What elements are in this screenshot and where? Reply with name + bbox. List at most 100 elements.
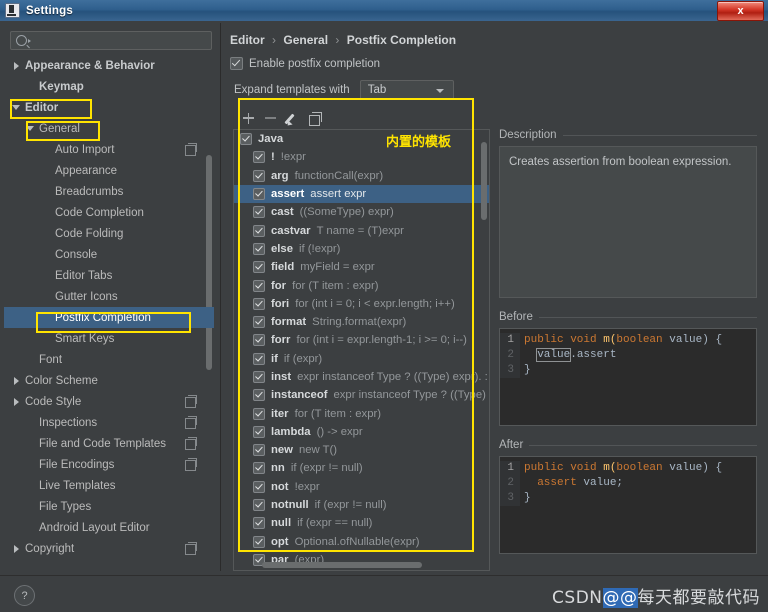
template-row[interactable]: field myField = expr xyxy=(234,258,489,276)
sidebar-item-code-style[interactable]: Code Style xyxy=(4,391,214,412)
template-key: castvar xyxy=(271,224,311,237)
sidebar-item-code-completion[interactable]: Code Completion xyxy=(4,202,214,223)
chevron-right-icon[interactable] xyxy=(12,61,22,71)
template-checkbox[interactable] xyxy=(253,261,265,274)
template-checkbox[interactable] xyxy=(253,407,265,420)
breadcrumb-general[interactable]: General xyxy=(283,33,328,47)
project-scope-icon xyxy=(185,437,197,450)
sidebar-item-file-encodings[interactable]: File Encodings xyxy=(4,454,214,475)
duplicate-icon[interactable] xyxy=(305,109,325,127)
sidebar-item-label: Keymap xyxy=(39,80,84,93)
template-checkbox[interactable] xyxy=(253,535,265,548)
sidebar-item-editor-tabs[interactable]: Editor Tabs xyxy=(4,265,214,286)
sidebar-item-auto-import[interactable]: Auto Import xyxy=(4,139,214,160)
template-checkbox[interactable] xyxy=(253,371,265,383)
sidebar-item-smart-keys[interactable]: Smart Keys xyxy=(4,328,214,349)
template-row[interactable]: cast ((SomeType) expr) xyxy=(234,203,489,221)
template-checkbox[interactable] xyxy=(253,316,265,329)
sidebar-item-gutter-icons[interactable]: Gutter Icons xyxy=(4,286,214,307)
template-checkbox[interactable] xyxy=(253,151,265,164)
sidebar-item-android-layout-editor[interactable]: Android Layout Editor xyxy=(4,517,214,538)
sidebar-item-label: File and Code Templates xyxy=(39,437,166,450)
edit-pencil-icon[interactable] xyxy=(283,109,303,127)
template-checkbox[interactable] xyxy=(253,188,265,201)
sidebar-item-console[interactable]: Console xyxy=(4,244,214,265)
chevron-right-icon[interactable] xyxy=(12,544,22,554)
template-row[interactable]: for for (T item : expr) xyxy=(234,276,489,294)
postfix-templates-list[interactable]: Java! !expr arg functionCall(expr) assert ass… xyxy=(233,129,490,571)
template-row[interactable]: inst expr instanceof Type ? ((Type) expr)… xyxy=(234,368,489,386)
template-checkbox[interactable] xyxy=(253,206,265,219)
search-box[interactable] xyxy=(10,31,212,50)
sidebar-item-appearance[interactable]: Appearance xyxy=(4,160,214,181)
template-checkbox[interactable] xyxy=(253,480,265,493)
template-row[interactable]: iter for (T item : expr) xyxy=(234,404,489,422)
help-button[interactable]: ? xyxy=(14,585,35,606)
template-row[interactable]: arg functionCall(expr) xyxy=(234,167,489,185)
template-checkbox[interactable] xyxy=(253,444,265,457)
expand-templates-select[interactable]: Tab xyxy=(359,80,454,100)
template-row[interactable]: format String.format(expr) xyxy=(234,313,489,331)
template-row[interactable]: fori for (int i = 0; i < expr.length; i++… xyxy=(234,295,489,313)
template-checkbox[interactable] xyxy=(253,352,265,365)
enable-postfix-completion-checkbox[interactable] xyxy=(230,57,243,70)
templates-vertical-scrollbar[interactable] xyxy=(481,142,487,220)
template-checkbox[interactable] xyxy=(253,334,265,347)
chevron-down-icon[interactable] xyxy=(26,124,36,134)
sidebar-item-live-templates[interactable]: Live Templates xyxy=(4,475,214,496)
sidebar-item-font[interactable]: Font xyxy=(4,349,214,370)
template-checkbox[interactable] xyxy=(253,499,265,512)
line-number: 2 xyxy=(500,348,520,363)
template-description: if (expr != null) xyxy=(290,462,363,475)
template-row[interactable]: null if (expr == null) xyxy=(234,514,489,532)
template-checkbox[interactable] xyxy=(253,389,265,402)
sidebar-item-code-folding[interactable]: Code Folding xyxy=(4,223,214,244)
sidebar-item-file-and-code-templates[interactable]: File and Code Templates xyxy=(4,433,214,454)
template-row[interactable]: new new T() xyxy=(234,441,489,459)
chevron-down-icon[interactable] xyxy=(12,103,22,113)
template-checkbox[interactable] xyxy=(240,133,252,146)
chevron-right-icon[interactable] xyxy=(12,397,22,407)
close-button[interactable]: x xyxy=(717,1,764,21)
template-row[interactable]: if if (expr) xyxy=(234,350,489,368)
chevron-right-icon[interactable] xyxy=(12,376,22,386)
breadcrumb-editor[interactable]: Editor xyxy=(230,33,265,47)
sidebar-item-file-types[interactable]: File Types xyxy=(4,496,214,517)
sidebar-item-editor[interactable]: Editor xyxy=(4,97,214,118)
template-row[interactable]: else if (!expr) xyxy=(234,240,489,258)
template-checkbox[interactable] xyxy=(253,242,265,255)
template-checkbox[interactable] xyxy=(253,462,265,475)
sidebar-item-inspections[interactable]: Inspections xyxy=(4,412,214,433)
template-row[interactable]: not !expr xyxy=(234,478,489,496)
sidebar-item-color-scheme[interactable]: Color Scheme xyxy=(4,370,214,391)
template-row[interactable]: assert assert expr xyxy=(234,184,489,204)
template-row[interactable]: ! !expr xyxy=(234,148,489,166)
enable-postfix-completion-row[interactable]: Enable postfix completion xyxy=(230,57,380,70)
sidebar-item-breadcrumbs[interactable]: Breadcrumbs xyxy=(4,181,214,202)
template-checkbox[interactable] xyxy=(253,279,265,292)
template-row[interactable]: nn if (expr != null) xyxy=(234,459,489,477)
template-checkbox[interactable] xyxy=(253,425,265,438)
template-row[interactable]: forr for (int i = expr.length-1; i >= 0; … xyxy=(234,331,489,349)
sidebar-item-general[interactable]: General xyxy=(4,118,214,139)
template-checkbox[interactable] xyxy=(253,224,265,237)
settings-window-icon xyxy=(5,3,20,18)
template-row[interactable]: notnull if (expr != null) xyxy=(234,496,489,514)
template-row[interactable]: castvar T name = (T)expr xyxy=(234,221,489,239)
template-row[interactable]: opt Optional.ofNullable(expr) xyxy=(234,533,489,551)
template-row[interactable]: lambda () -> expr xyxy=(234,423,489,441)
remove-icon[interactable] xyxy=(261,109,281,127)
template-checkbox[interactable] xyxy=(253,297,265,310)
sidebar-item-appearance-behavior[interactable]: Appearance & Behavior xyxy=(4,55,214,76)
template-checkbox[interactable] xyxy=(253,517,265,530)
sidebar-item-copyright[interactable]: Copyright xyxy=(4,538,214,559)
template-checkbox[interactable] xyxy=(253,169,265,182)
watermark-suffix: 每天都要敲代码 xyxy=(637,588,760,608)
template-row[interactable]: instanceof expr instanceof Type ? ((Type)… xyxy=(234,386,489,404)
templates-horizontal-scrollbar[interactable] xyxy=(262,562,422,568)
sidebar-item-keymap[interactable]: Keymap xyxy=(4,76,214,97)
sidebar-item-postfix-completion[interactable]: Postfix Completion xyxy=(4,307,214,328)
add-icon[interactable] xyxy=(239,109,259,127)
